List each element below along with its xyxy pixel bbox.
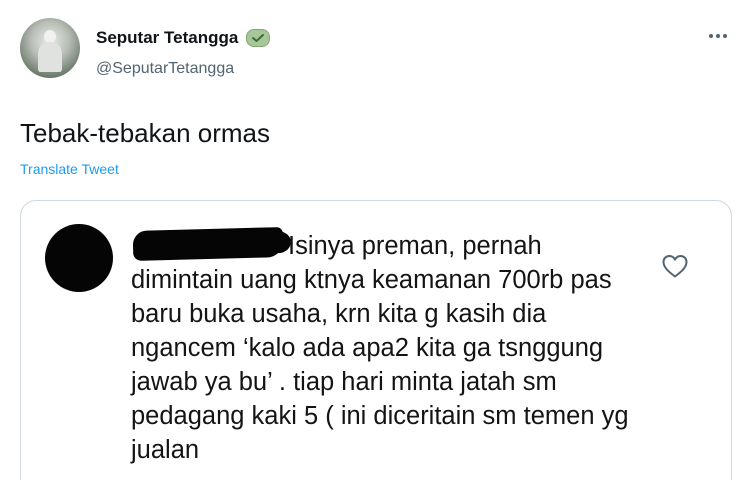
translate-tweet-link[interactable]: Translate Tweet: [20, 161, 119, 177]
redacted-avatar: [45, 224, 113, 292]
more-options-icon[interactable]: [706, 26, 730, 46]
display-name[interactable]: Seputar Tetangga: [96, 28, 238, 48]
author-row: Seputar Tetangga: [96, 28, 271, 48]
avatar-figure-body: [38, 42, 62, 72]
verified-badge-icon: [246, 29, 271, 47]
quoted-tweet[interactable]: Isinya preman, pernah dimintain uang ktn…: [20, 200, 732, 480]
user-handle[interactable]: @SeputarTetangga: [96, 60, 234, 78]
tweet-card: Seputar Tetangga @SeputarTetangga Tebak-…: [0, 0, 750, 480]
more-dot: [723, 34, 727, 38]
more-dot: [716, 34, 720, 38]
tweet-text: Tebak-tebakan ormas: [20, 118, 271, 148]
more-dot: [709, 34, 713, 38]
quoted-tweet-text: Isinya preman, pernah dimintain uang ktn…: [131, 232, 636, 464]
avatar[interactable]: [20, 18, 80, 78]
heart-icon[interactable]: [661, 253, 689, 279]
